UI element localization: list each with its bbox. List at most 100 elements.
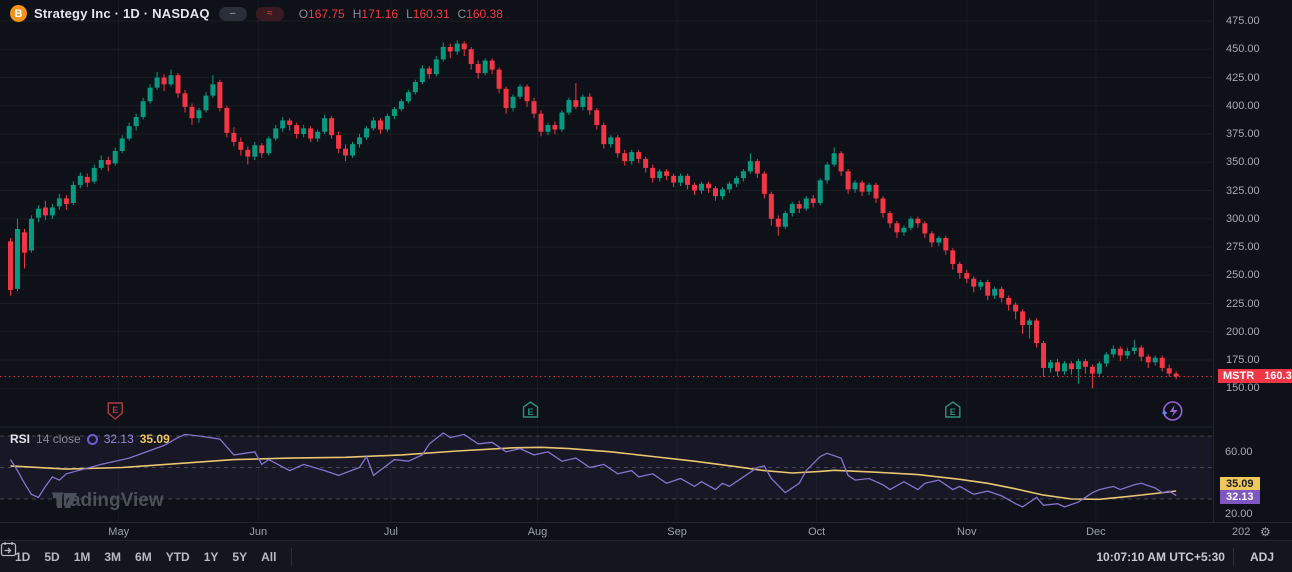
flash-event-icon[interactable] bbox=[1162, 402, 1182, 420]
candle-body bbox=[378, 120, 383, 129]
candle-body bbox=[113, 151, 118, 163]
toolbar-divider-2 bbox=[1233, 548, 1234, 566]
candle-body bbox=[210, 84, 215, 95]
price-tick: 250.00 bbox=[1226, 269, 1260, 281]
candle-body bbox=[483, 61, 488, 73]
earnings-icon[interactable]: E bbox=[946, 402, 960, 417]
candle-body bbox=[1069, 363, 1074, 369]
trading-chart-window: EEE B Strategy Inc · 1D · NASDAQ – ≈ O16… bbox=[0, 0, 1292, 572]
adj-toggle[interactable]: ADJ bbox=[1242, 548, 1282, 566]
candle-body bbox=[78, 176, 83, 185]
candle-body bbox=[203, 96, 208, 111]
price-tick: 375.00 bbox=[1226, 128, 1260, 140]
candle-body bbox=[301, 128, 306, 134]
candle-body bbox=[462, 44, 467, 50]
time-axis[interactable]: 202 ⚙ MayJunJulAugSepOctNovDec bbox=[0, 522, 1292, 541]
clock-display[interactable]: 10:07:10 AM UTC+5:30 bbox=[1096, 550, 1225, 564]
candle-body bbox=[650, 168, 655, 178]
go-to-date-icon[interactable] bbox=[300, 548, 322, 566]
candle-body bbox=[797, 204, 802, 209]
candle-body bbox=[525, 87, 530, 102]
market-status-pill-icon[interactable]: – bbox=[219, 7, 247, 21]
candle-body bbox=[224, 108, 229, 133]
candle-body bbox=[322, 118, 327, 132]
price-tick: 400.00 bbox=[1226, 100, 1260, 112]
candle-body bbox=[727, 184, 732, 190]
candle-body bbox=[832, 153, 837, 164]
candle-body bbox=[566, 100, 571, 112]
rsi-line-value: 32.13 bbox=[104, 432, 134, 446]
range-button-1m[interactable]: 1M bbox=[67, 546, 98, 568]
candle-body bbox=[587, 97, 592, 111]
price-tick: 225.00 bbox=[1226, 298, 1260, 310]
price-tick: 325.00 bbox=[1226, 185, 1260, 197]
candle-body bbox=[853, 183, 858, 190]
candle-body bbox=[755, 161, 760, 173]
candle-body bbox=[217, 82, 222, 108]
range-button-all[interactable]: All bbox=[254, 546, 283, 568]
price-chart-canvas[interactable]: EEE bbox=[0, 0, 1213, 522]
candle-body bbox=[957, 264, 962, 273]
candle-body bbox=[839, 153, 844, 171]
symbol-title[interactable]: Strategy Inc · 1D · NASDAQ bbox=[34, 6, 210, 21]
candle-body bbox=[22, 232, 27, 252]
candle-body bbox=[629, 152, 634, 161]
candle-body bbox=[169, 75, 174, 84]
candle-body bbox=[127, 126, 132, 138]
candle-body bbox=[804, 198, 809, 208]
candle-body bbox=[371, 120, 376, 128]
earnings-icon[interactable]: E bbox=[108, 403, 122, 419]
close-value: 160.38 bbox=[466, 7, 503, 21]
volatility-pill-icon[interactable]: ≈ bbox=[256, 7, 284, 21]
candle-body bbox=[706, 184, 711, 189]
candle-body bbox=[699, 184, 704, 191]
range-button-ytd[interactable]: YTD bbox=[159, 546, 197, 568]
candle-body bbox=[1146, 357, 1151, 363]
candle-body bbox=[1174, 374, 1179, 377]
range-button-3m[interactable]: 3M bbox=[97, 546, 128, 568]
candle-body bbox=[985, 282, 990, 296]
candle-body bbox=[881, 198, 886, 213]
candle-body bbox=[783, 213, 788, 227]
earnings-icon[interactable]: E bbox=[524, 402, 538, 417]
candle-body bbox=[964, 273, 969, 279]
range-button-1y[interactable]: 1Y bbox=[197, 546, 226, 568]
axis-settings-gear-icon[interactable]: ⚙ bbox=[1260, 525, 1271, 539]
range-button-5y[interactable]: 5Y bbox=[225, 546, 254, 568]
candle-body bbox=[1111, 349, 1116, 355]
candle-body bbox=[392, 109, 397, 116]
candle-body bbox=[1076, 361, 1081, 369]
candle-body bbox=[657, 171, 662, 178]
candle-body bbox=[1055, 362, 1060, 371]
candle-body bbox=[713, 188, 718, 196]
candle-body bbox=[308, 128, 313, 138]
candle-body bbox=[1034, 320, 1039, 343]
candle-body bbox=[1132, 348, 1137, 351]
candle-body bbox=[336, 135, 341, 149]
price-axis[interactable]: 475.00450.00425.00400.00375.00350.00325.… bbox=[1213, 0, 1292, 522]
candle-body bbox=[846, 171, 851, 189]
range-button-5d[interactable]: 5D bbox=[37, 546, 66, 568]
candle-body bbox=[71, 185, 76, 203]
candle-body bbox=[287, 120, 292, 125]
candle-body bbox=[978, 282, 983, 287]
candle-body bbox=[1020, 311, 1025, 325]
last-price-badges: MSTR 160.38 bbox=[1218, 369, 1292, 383]
candle-body bbox=[50, 207, 55, 215]
candle-body bbox=[825, 165, 830, 181]
candle-body bbox=[971, 279, 976, 287]
month-label-oct: Oct bbox=[808, 526, 825, 538]
candle-body bbox=[573, 100, 578, 107]
candle-body bbox=[259, 145, 264, 153]
rsi-indicator-header[interactable]: RSI 14 close 32.13 35.09 bbox=[10, 432, 170, 446]
candle-body bbox=[141, 101, 146, 117]
candle-body bbox=[818, 180, 823, 203]
symbol-logo-icon[interactable]: B bbox=[10, 5, 27, 22]
candle-body bbox=[734, 178, 739, 184]
candle-body bbox=[685, 176, 690, 185]
candle-body bbox=[448, 47, 453, 52]
range-button-6m[interactable]: 6M bbox=[128, 546, 159, 568]
candle-body bbox=[901, 228, 906, 233]
candle-body bbox=[36, 209, 41, 218]
candle-body bbox=[608, 137, 613, 144]
